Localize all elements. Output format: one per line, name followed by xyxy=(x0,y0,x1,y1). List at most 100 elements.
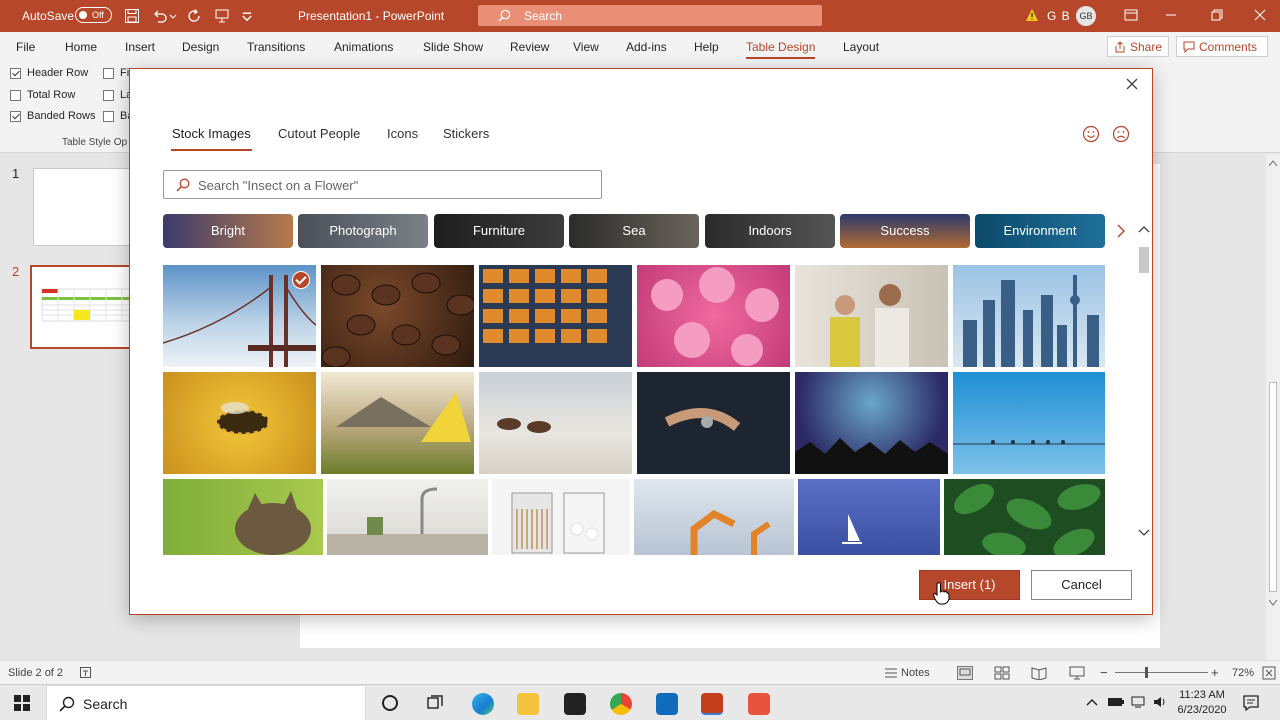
image-tile-coffee-beans[interactable] xyxy=(321,265,474,367)
image-tile-building-facade[interactable] xyxy=(479,265,632,367)
slide-sorter-icon[interactable] xyxy=(994,666,1010,680)
minimize-icon[interactable] xyxy=(1162,6,1180,24)
category-chip[interactable]: Success xyxy=(840,214,970,248)
network-icon[interactable] xyxy=(1130,695,1146,709)
battery-icon[interactable] xyxy=(1107,695,1125,709)
windows-start-icon[interactable] xyxy=(14,695,30,711)
category-chip[interactable]: Photograph xyxy=(298,214,428,248)
title-search-box[interactable]: Search xyxy=(478,5,822,26)
tab-stickers[interactable]: Stickers xyxy=(443,126,489,141)
tab-transitions[interactable]: Transitions xyxy=(247,40,305,54)
stock-search-input[interactable] xyxy=(198,176,588,194)
tab-icons[interactable]: Icons xyxy=(387,126,418,141)
close-icon[interactable] xyxy=(1124,76,1140,92)
customize-qat-icon[interactable] xyxy=(240,6,254,26)
edge-browser-icon[interactable] xyxy=(472,693,494,715)
tab-layout[interactable]: Layout xyxy=(843,40,879,54)
notifications-icon[interactable] xyxy=(1242,694,1260,712)
image-tile-kitchen[interactable] xyxy=(327,479,488,555)
normal-view-icon[interactable] xyxy=(957,666,973,680)
image-tile-businessman-watch[interactable] xyxy=(637,372,790,474)
category-chip[interactable]: Environment xyxy=(975,214,1105,248)
image-tile-sailboat[interactable] xyxy=(798,479,940,555)
image-tile-factory-robots[interactable] xyxy=(634,479,794,555)
stock-search-box[interactable] xyxy=(163,170,602,199)
tab-insert[interactable]: Insert xyxy=(125,40,155,54)
image-tile-office-team[interactable] xyxy=(795,265,948,367)
zoom-in-icon[interactable]: + xyxy=(1211,665,1219,680)
slideshow-icon[interactable] xyxy=(1069,666,1085,680)
category-chip[interactable]: Furniture xyxy=(434,214,564,248)
tab-review[interactable]: Review xyxy=(510,40,549,54)
reading-view-icon[interactable] xyxy=(1031,666,1047,680)
image-tile-city-skyline[interactable] xyxy=(953,265,1105,367)
scroll-down-icon[interactable] xyxy=(1266,592,1280,612)
image-tile-green-leaves[interactable] xyxy=(944,479,1105,555)
avatar[interactable]: GB xyxy=(1076,6,1096,26)
slide-thumbnail[interactable] xyxy=(33,168,131,246)
accessibility-icon[interactable] xyxy=(79,666,92,679)
tab-slide-show[interactable]: Slide Show xyxy=(423,40,483,54)
scroll-down-icon[interactable] xyxy=(1137,527,1151,539)
tab-stock-images[interactable]: Stock Images xyxy=(172,126,251,141)
image-tile-birds-on-wire[interactable] xyxy=(953,372,1105,474)
cancel-button[interactable]: Cancel xyxy=(1031,570,1132,600)
image-tile-bathroom-jars[interactable] xyxy=(492,479,630,555)
tab-cutout-people[interactable]: Cutout People xyxy=(278,126,360,141)
save-icon[interactable] xyxy=(122,6,142,26)
image-tile-cat[interactable] xyxy=(163,479,323,555)
scroll-up-icon[interactable] xyxy=(1137,223,1151,235)
image-tile-pink-flowers[interactable] xyxy=(637,265,790,367)
store-icon[interactable] xyxy=(564,693,586,715)
taskbar-search-box[interactable]: Search xyxy=(46,685,366,720)
scrollbar-thumb[interactable] xyxy=(1139,247,1149,273)
image-grid-scrollbar[interactable] xyxy=(1137,219,1151,549)
autosave-toggle[interactable]: Off xyxy=(75,7,112,23)
chrome-browser-icon[interactable] xyxy=(610,693,632,715)
zoom-out-icon[interactable]: − xyxy=(1100,665,1108,680)
volume-icon[interactable] xyxy=(1152,695,1168,709)
share-button[interactable]: Share xyxy=(1107,36,1169,57)
tab-view[interactable]: View xyxy=(573,40,599,54)
file-explorer-icon[interactable] xyxy=(517,693,539,715)
clock[interactable]: 11:23 AM 6/23/2020 xyxy=(1172,688,1232,718)
scrollbar-thumb[interactable] xyxy=(1269,382,1277,592)
image-tile-camping-tent[interactable] xyxy=(321,372,474,474)
tab-animations[interactable]: Animations xyxy=(334,40,393,54)
redo-icon[interactable] xyxy=(184,6,204,26)
tab-table-design[interactable]: Table Design xyxy=(746,40,816,59)
restore-icon[interactable] xyxy=(1208,6,1226,24)
chevron-right-icon[interactable] xyxy=(1113,223,1129,239)
tab-add-ins[interactable]: Add-ins xyxy=(626,40,667,54)
undo-icon[interactable] xyxy=(150,6,170,26)
editor-scrollbar[interactable] xyxy=(1266,154,1280,660)
close-window-icon[interactable] xyxy=(1251,6,1269,24)
show-hidden-icons-icon[interactable] xyxy=(1086,697,1098,707)
undo-dropdown-icon[interactable] xyxy=(168,6,178,26)
slide-thumbnail-selected[interactable] xyxy=(30,265,134,349)
powerpoint-icon[interactable] xyxy=(701,693,723,715)
zoom-level[interactable]: 72% xyxy=(1232,667,1254,679)
category-chip[interactable]: Indoors xyxy=(705,214,835,248)
tab-home[interactable]: Home xyxy=(65,40,97,54)
notes-button[interactable]: Notes xyxy=(901,667,930,679)
tab-file[interactable]: File xyxy=(16,40,35,54)
outlook-icon[interactable] xyxy=(656,693,678,715)
comments-button[interactable]: Comments xyxy=(1176,36,1268,57)
image-tile-golden-gate-bridge[interactable] xyxy=(163,265,316,367)
task-view-icon[interactable] xyxy=(426,694,444,712)
ribbon-display-icon[interactable] xyxy=(1122,6,1140,24)
scroll-up-icon[interactable] xyxy=(1266,154,1280,174)
category-chip[interactable]: Sea xyxy=(569,214,699,248)
image-tile-bee-honeycomb[interactable] xyxy=(163,372,316,474)
frown-feedback-icon[interactable] xyxy=(1112,125,1130,143)
category-chip[interactable]: Bright xyxy=(163,214,293,248)
camtasia-icon[interactable] xyxy=(748,693,770,715)
user-name[interactable]: G B xyxy=(1047,9,1071,23)
present-icon[interactable] xyxy=(212,6,232,26)
image-tile-concert-crowd[interactable] xyxy=(795,372,948,474)
zoom-slider[interactable] xyxy=(1115,672,1208,673)
image-tile-horses-beach[interactable] xyxy=(479,372,632,474)
fit-to-window-icon[interactable] xyxy=(1262,666,1276,680)
smile-feedback-icon[interactable] xyxy=(1082,125,1100,143)
